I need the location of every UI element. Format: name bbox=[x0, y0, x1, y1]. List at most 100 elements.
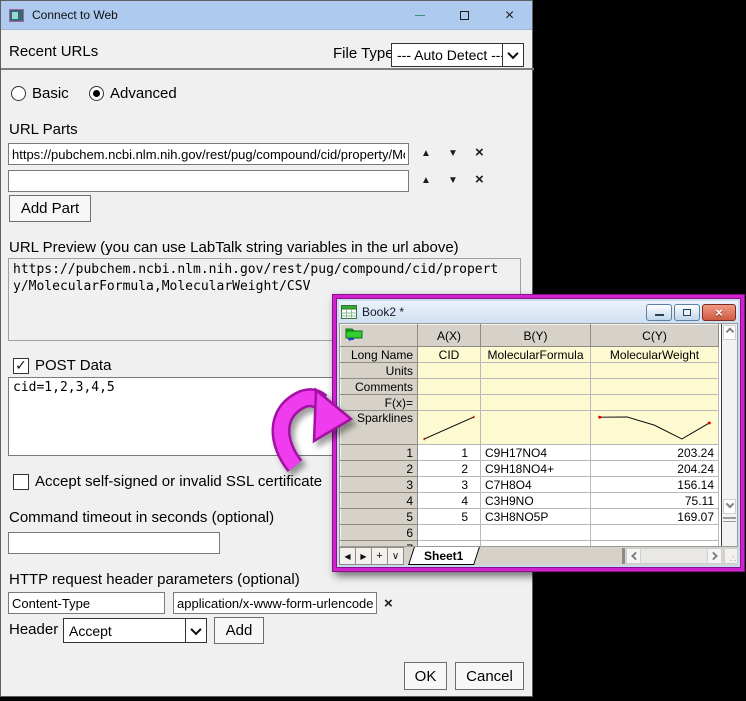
header-dropdown-button[interactable] bbox=[185, 619, 206, 642]
cell[interactable]: 3 bbox=[418, 477, 481, 493]
cell[interactable]: C3H9NO bbox=[481, 493, 591, 509]
cell[interactable]: C9H18NO4+ bbox=[481, 461, 591, 477]
ssl-checkbox[interactable] bbox=[13, 474, 29, 490]
cancel-button[interactable]: Cancel bbox=[455, 662, 524, 690]
dialog-titlebar[interactable]: Connect to Web × bbox=[1, 1, 532, 30]
cell[interactable]: 1 bbox=[418, 445, 481, 461]
cell-long-name-a[interactable]: CID bbox=[418, 347, 481, 363]
cell-units-a[interactable] bbox=[418, 363, 481, 379]
cell[interactable]: C3H8NO5P bbox=[481, 509, 591, 525]
corner-cell[interactable] bbox=[341, 325, 418, 347]
cell-comments-c[interactable] bbox=[591, 379, 719, 395]
cell[interactable]: 203.24 bbox=[591, 445, 719, 461]
row-number[interactable]: 6 bbox=[341, 525, 418, 541]
cell-comments-a[interactable] bbox=[418, 379, 481, 395]
row-number[interactable]: 5 bbox=[341, 509, 418, 525]
maximize-button[interactable] bbox=[442, 1, 487, 30]
header-value-input[interactable] bbox=[173, 592, 377, 614]
close-button[interactable]: × bbox=[487, 1, 532, 30]
pane-splitter[interactable] bbox=[622, 548, 625, 564]
tab-nav-left-button[interactable]: ◀ bbox=[339, 547, 356, 565]
cell[interactable] bbox=[591, 525, 719, 541]
cell-units-b[interactable] bbox=[481, 363, 591, 379]
resize-grip[interactable] bbox=[724, 548, 738, 564]
move-down-icon[interactable]: ▼ bbox=[448, 148, 458, 159]
chevron-down-icon bbox=[190, 623, 201, 634]
cell[interactable]: C7H8O4 bbox=[481, 477, 591, 493]
radio-advanced[interactable]: Advanced bbox=[89, 85, 177, 102]
remove-header-icon[interactable]: × bbox=[384, 599, 393, 609]
cell[interactable] bbox=[418, 525, 481, 541]
move-up-icon[interactable]: ▲ bbox=[421, 148, 431, 159]
book2-titlebar[interactable]: Book2 * × bbox=[339, 301, 738, 323]
cell[interactable]: 4 bbox=[418, 493, 481, 509]
cell-fx-c[interactable] bbox=[591, 395, 719, 411]
hscroll-left-button[interactable] bbox=[626, 548, 641, 564]
cell[interactable] bbox=[481, 525, 591, 541]
remove-part-icon[interactable]: × bbox=[475, 148, 484, 158]
add-part-button[interactable]: Add Part bbox=[9, 195, 91, 222]
vertical-scrollbar[interactable] bbox=[721, 324, 737, 546]
minimize-button[interactable] bbox=[397, 1, 442, 30]
cell-fx-a[interactable] bbox=[418, 395, 481, 411]
book2-close-button[interactable]: × bbox=[702, 304, 736, 321]
cell[interactable]: C9H17NO4 bbox=[481, 445, 591, 461]
hscroll-right-button[interactable] bbox=[707, 548, 722, 564]
cell-long-name-b[interactable]: MolecularFormula bbox=[481, 347, 591, 363]
move-up-icon[interactable]: ▲ bbox=[421, 175, 431, 186]
book2-minimize-button[interactable] bbox=[646, 304, 672, 321]
header-label: Header bbox=[9, 621, 58, 638]
chevron-down-icon bbox=[507, 48, 518, 59]
sparkline-cell-b[interactable] bbox=[481, 411, 591, 445]
cell[interactable]: 156.14 bbox=[591, 477, 719, 493]
sparkline-cell-a[interactable] bbox=[418, 411, 481, 445]
row-label-long-name[interactable]: Long Name bbox=[341, 347, 418, 363]
splitter-handle[interactable] bbox=[723, 517, 736, 522]
cell-comments-b[interactable] bbox=[481, 379, 591, 395]
add-sheet-button[interactable]: + bbox=[371, 547, 388, 565]
cell[interactable]: 75.11 bbox=[591, 493, 719, 509]
cell-units-c[interactable] bbox=[591, 363, 719, 379]
post-data-checkbox[interactable]: ✓ bbox=[13, 358, 29, 374]
url-part-input-1[interactable] bbox=[8, 143, 409, 165]
url-part-input-2[interactable] bbox=[8, 170, 409, 192]
row-number[interactable]: 4 bbox=[341, 493, 418, 509]
worksheet-table[interactable]: A(X) B(Y) C(Y) Long Name CID MolecularFo… bbox=[340, 324, 719, 547]
column-header-b[interactable]: B(Y) bbox=[481, 325, 591, 347]
cell[interactable]: 204.24 bbox=[591, 461, 719, 477]
scroll-up-button[interactable] bbox=[723, 325, 736, 340]
tab-nav-right-button[interactable]: ▶ bbox=[355, 547, 372, 565]
sheet-list-button[interactable]: ∨ bbox=[387, 547, 404, 565]
sheet-tabbar: ◀ ▶ + ∨ Sheet1 bbox=[339, 547, 738, 565]
move-down-icon[interactable]: ▼ bbox=[448, 175, 458, 186]
hscroll-track[interactable] bbox=[641, 548, 707, 564]
column-header-a[interactable]: A(X) bbox=[418, 325, 481, 347]
restore-icon bbox=[683, 309, 691, 316]
radio-advanced-label: Advanced bbox=[110, 85, 177, 102]
remove-part-icon[interactable]: × bbox=[475, 175, 484, 185]
file-type-label: File Type bbox=[333, 45, 394, 62]
add-header-button[interactable]: Add bbox=[214, 617, 264, 644]
sparkline-cell-c[interactable] bbox=[591, 411, 719, 445]
cell[interactable]: 169.07 bbox=[591, 509, 719, 525]
row-label-units[interactable]: Units bbox=[341, 363, 418, 379]
column-header-c[interactable]: C(Y) bbox=[591, 325, 719, 347]
file-type-dropdown-button[interactable] bbox=[502, 44, 523, 66]
cell-long-name-c[interactable]: MolecularWeight bbox=[591, 347, 719, 363]
cell[interactable]: 2 bbox=[418, 461, 481, 477]
url-preview-label: URL Preview (you can use LabTalk string … bbox=[9, 239, 459, 256]
header-name-input[interactable] bbox=[8, 592, 165, 614]
cell-fx-b[interactable] bbox=[481, 395, 591, 411]
row-number[interactable]: 3 bbox=[341, 477, 418, 493]
book2-restore-button[interactable] bbox=[674, 304, 700, 321]
timeout-input[interactable] bbox=[8, 532, 220, 554]
tab-sheet1[interactable]: Sheet1 bbox=[408, 547, 480, 565]
ok-button[interactable]: OK bbox=[404, 662, 447, 690]
header-select[interactable]: Accept bbox=[63, 618, 207, 643]
scroll-down-button[interactable] bbox=[723, 499, 736, 514]
radio-basic[interactable]: Basic bbox=[11, 85, 69, 102]
cell[interactable]: 5 bbox=[418, 509, 481, 525]
recent-urls-label: Recent URLs bbox=[9, 43, 98, 60]
file-type-select[interactable]: --- Auto Detect --- bbox=[391, 43, 524, 67]
timeout-label: Command timeout in seconds (optional) bbox=[9, 509, 274, 526]
